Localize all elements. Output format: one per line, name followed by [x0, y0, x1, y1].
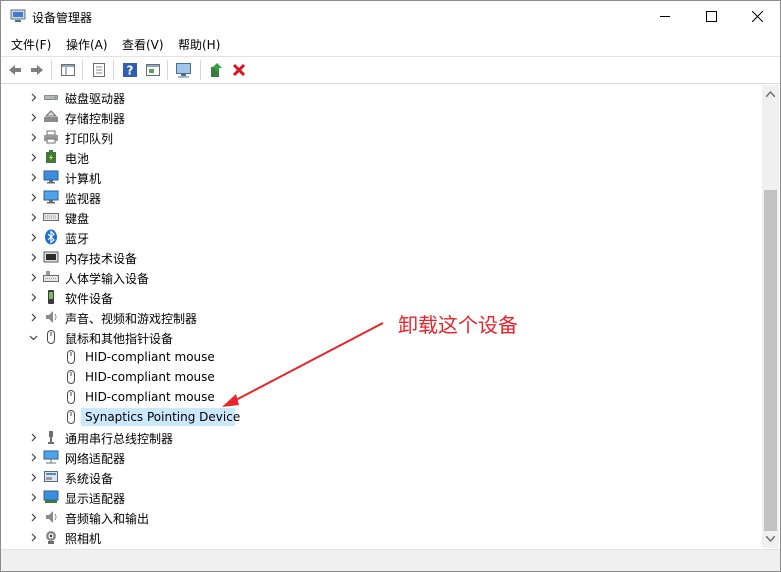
- annotation-arrow: [222, 322, 384, 407]
- annotation-text: 卸载这个设备: [398, 313, 518, 337]
